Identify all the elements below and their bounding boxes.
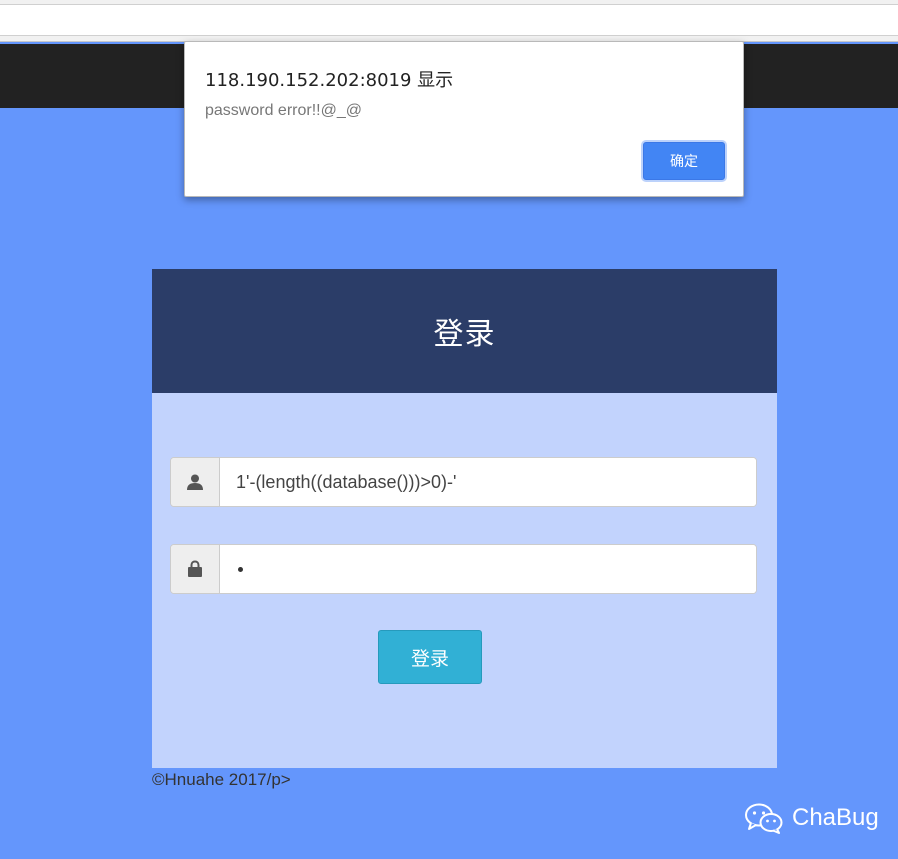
alert-message: password error!!@_@ [205,102,362,119]
browser-toolbar [0,0,898,42]
alert-dialog: 118.190.152.202:8019 显示 password error!!… [184,41,744,197]
watermark-text: ChaBug [792,804,879,831]
footer-copyright: ©Hnuahe 2017/p> [152,770,291,789]
watermark: ChaBug [744,800,879,836]
login-title: 登录 [433,317,496,352]
address-bar[interactable] [0,4,898,36]
login-button[interactable]: 登录 [378,630,482,684]
user-icon [171,458,220,506]
alert-title: 118.190.152.202:8019 显示 [205,70,454,91]
password-mask-dot [238,566,243,572]
wechat-icon [745,803,783,834]
lock-icon [171,545,220,593]
password-input[interactable] [220,545,756,593]
login-panel-header: 登录 [152,269,777,393]
password-input-group [170,544,757,594]
username-input[interactable]: 1'-(length((database()))>0)-' [220,458,756,506]
username-input-group: 1'-(length((database()))>0)-' [170,457,757,507]
login-panel: 登录 1'-(length((database()))>0)-' 登录 [152,269,777,768]
alert-ok-button[interactable]: 确定 [643,142,725,180]
